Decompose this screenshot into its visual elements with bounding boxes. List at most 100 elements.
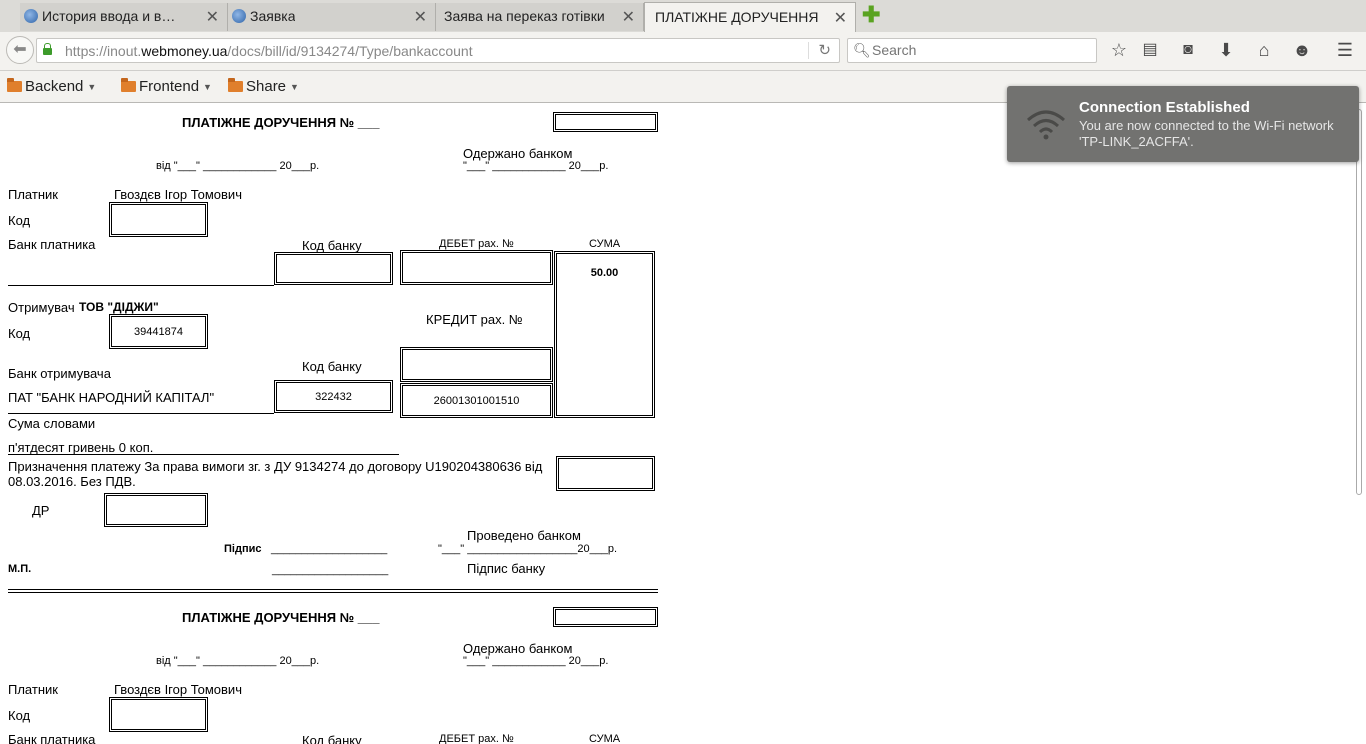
tab-title: Заява на переказ готівки [444, 8, 605, 24]
payer-code-box [109, 697, 208, 732]
purpose-line-1: Призначення платежу За права вимоги зг. … [8, 459, 543, 474]
bookmark-folder-backend[interactable]: Backend ▼ [7, 78, 96, 95]
signature-line-2: ___________________ [272, 564, 389, 576]
tab-title: Заявка [250, 8, 296, 24]
home-icon[interactable]: ⌂ [1252, 40, 1276, 60]
recipient-bank-code-label: Код банку [302, 359, 362, 374]
recipient-code-label: Код [8, 326, 31, 341]
search-box[interactable]: 🔍︎ [847, 38, 1097, 63]
navigation-toolbar: ⬅ https://inout.webmoney.ua/docs/bill/id… [0, 32, 1366, 71]
divider [8, 413, 274, 414]
tab-cash-transfer[interactable]: Заява на переказ готівки ✕ [436, 3, 644, 31]
credit-account-box: 26001301001510 [400, 383, 553, 418]
processed-by-bank-label: Проведено банком [467, 528, 581, 543]
payer-code-box [109, 202, 208, 237]
recipient-bank-code-box: 322432 [274, 380, 393, 413]
dr-label: ДР [32, 503, 50, 518]
url-prefix: https://inout. [65, 43, 142, 59]
search-input[interactable] [870, 41, 1084, 59]
url-domain: webmoney.ua [141, 43, 228, 59]
bookmark-label: Share [246, 78, 287, 95]
webmoney-globe-icon [232, 9, 246, 23]
bank-code-label: Код банку [302, 238, 362, 253]
recipient-code-box: 39441874 [109, 314, 208, 349]
tab-payment-order[interactable]: ПЛАТІЖНЕ ДОРУЧЕННЯ ✕ [644, 2, 856, 32]
scrollbar-thumb[interactable] [1356, 109, 1362, 495]
signature-label: Підпис [224, 543, 262, 555]
close-icon[interactable]: ✕ [206, 7, 219, 27]
tab-history[interactable]: История ввода и в… ✕ [20, 3, 228, 31]
bookmark-star-icon[interactable]: ☆ [1107, 40, 1131, 60]
bookmark-folder-share[interactable]: Share ▼ [228, 78, 299, 95]
order-number-box [553, 112, 658, 132]
signature-line: ___________________ [271, 543, 388, 555]
url-text[interactable]: https://inout.webmoney.ua/docs/bill/id/9… [65, 43, 473, 59]
form-title: ПЛАТІЖНЕ ДОРУЧЕННЯ № ___ [182, 115, 380, 130]
recipient-code: 39441874 [134, 326, 183, 338]
sum-value: 50.00 [590, 267, 619, 279]
recipient-label: Отримувач [8, 300, 75, 315]
bank-signature-label: Підпис банку [467, 561, 546, 576]
divider [8, 285, 274, 286]
received-date-line: "___" ____________ 20___р. [463, 160, 609, 172]
pocket-icon[interactable]: ◙ [1176, 40, 1200, 60]
separator [8, 589, 658, 590]
form-title: ПЛАТІЖНЕ ДОРУЧЕННЯ № ___ [182, 610, 380, 625]
purpose-line-2: 08.03.2016. Без ПДВ. [8, 474, 136, 489]
sum-box: 50.00 [554, 251, 655, 418]
close-icon[interactable]: ✕ [834, 8, 847, 28]
vertical-scrollbar[interactable] [1352, 103, 1366, 744]
folder-icon [7, 78, 22, 92]
recipient-name: ТОВ "ДІДЖИ" [79, 300, 159, 314]
download-icon[interactable]: ⬇ [1214, 40, 1238, 60]
url-path: /docs/bill/id/9134274/Type/bankaccount [227, 43, 473, 59]
menu-icon[interactable]: ☰ [1333, 40, 1357, 60]
payer-name: Гвоздєв Ігор Томович [114, 187, 242, 202]
close-icon[interactable]: ✕ [622, 7, 635, 27]
debit-label: ДЕБЕТ рах. № [439, 733, 514, 744]
tab-title: История ввода и в… [42, 8, 176, 24]
payer-label: Платник [8, 682, 58, 697]
chevron-down-icon: ▼ [203, 82, 212, 92]
lock-icon [43, 43, 52, 55]
bookmark-folder-frontend[interactable]: Frontend ▼ [121, 78, 212, 95]
reading-list-icon[interactable]: ▤ [1138, 40, 1162, 60]
credit-label: КРЕДИТ рах. № [426, 312, 523, 327]
reload-icon[interactable]: ↻ [818, 41, 831, 59]
back-button[interactable]: ⬅ [6, 36, 34, 64]
bookmark-label: Frontend [139, 78, 200, 95]
hello-icon[interactable]: ☻ [1290, 40, 1314, 60]
chevron-down-icon: ▼ [290, 82, 299, 92]
credit-account: 26001301001510 [433, 395, 520, 407]
payer-label: Платник [8, 187, 58, 202]
recipient-bank-name: ПАТ "БАНК НАРОДНИЙ КАПІТАЛ" [8, 390, 215, 405]
new-tab-plus-icon[interactable]: ✚ [862, 4, 880, 26]
date-line: від "___" ____________ 20___р. [156, 655, 320, 667]
recipient-bank-code: 322432 [315, 391, 352, 403]
tab-zayavka[interactable]: Заявка ✕ [228, 3, 436, 31]
processed-date-line: "___" __________________20___р. [438, 543, 618, 555]
payer-bank-label: Банк платника [8, 237, 96, 252]
wifi-notification[interactable]: Connection Established You are now conne… [1007, 86, 1359, 162]
webmoney-globe-icon [24, 9, 38, 23]
divider [808, 42, 809, 59]
sum-words: п'ятдесят гривень 0 коп. [8, 440, 154, 455]
tab-bar: История ввода и в… ✕ Заявка ✕ Заява на п… [0, 0, 1366, 33]
close-icon[interactable]: ✕ [414, 7, 427, 27]
payer-code-label: Код [8, 708, 31, 723]
wifi-icon [1027, 110, 1065, 140]
url-bar[interactable]: https://inout.webmoney.ua/docs/bill/id/9… [36, 38, 840, 63]
payer-bank-label: Банк платника [8, 732, 96, 744]
credit-box-upper [400, 347, 553, 382]
divider [8, 454, 399, 455]
sum-words-label: Сума словами [8, 416, 96, 431]
received-date-line: "___" ____________ 20___р. [463, 655, 609, 667]
search-icon: 🔍︎ [853, 42, 871, 58]
tab-title: ПЛАТІЖНЕ ДОРУЧЕННЯ [655, 9, 819, 25]
recipient-bank-label: Банк отримувача [8, 366, 111, 381]
back-arrow-icon: ⬅ [13, 41, 27, 58]
date-line: від "___" ____________ 20___р. [156, 160, 320, 172]
bookmark-label: Backend [25, 78, 84, 95]
notification-body: You are now connected to the Wi-Fi netwo… [1079, 118, 1334, 149]
dr-box [104, 493, 208, 527]
